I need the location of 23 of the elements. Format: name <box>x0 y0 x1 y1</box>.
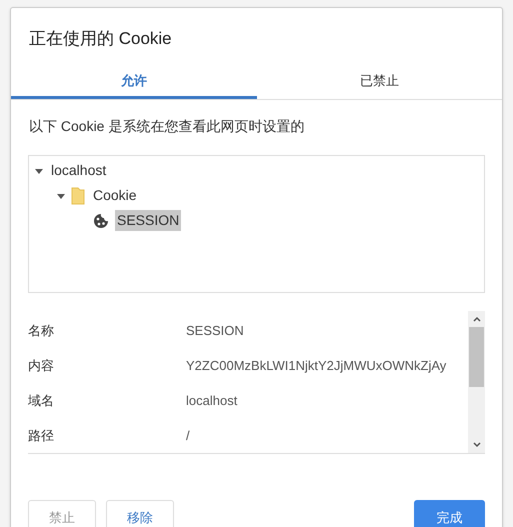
description: 以下 Cookie 是系统在您查看此网页时设置的 <box>28 117 306 136</box>
field-value: localhost <box>186 392 238 410</box>
field-label: 内容 <box>28 356 55 375</box>
tree-item[interactable]: localhost <box>49 160 108 181</box>
field-value: / <box>186 426 190 445</box>
cookie-icon <box>93 212 109 228</box>
field-label: 域名 <box>28 392 55 410</box>
dialog-title: 正在使用的 Cookie <box>28 28 173 50</box>
field-label: 名称 <box>28 322 55 340</box>
caret-icon[interactable] <box>57 192 65 200</box>
caret-icon[interactable] <box>35 166 43 174</box>
field-value: Y2ZC00MzBkLWI1NjktY2JjMWUxOWNkZjAy <box>186 356 446 375</box>
field-value: SESSION <box>186 322 244 340</box>
folder-icon <box>71 186 85 204</box>
field-label: 路径 <box>28 426 55 445</box>
scrollbar[interactable] <box>468 311 485 453</box>
dialog-button[interactable]: 完成 <box>414 500 485 527</box>
tree-item[interactable]: SESSION <box>115 210 182 231</box>
dialog-button[interactable]: 移除 <box>106 500 174 527</box>
tree-item[interactable]: Cookie <box>91 185 139 206</box>
scrollbar-thumb[interactable] <box>469 327 484 387</box>
tab[interactable]: 已禁止 <box>256 66 502 99</box>
tab[interactable]: 允许 <box>11 66 256 99</box>
